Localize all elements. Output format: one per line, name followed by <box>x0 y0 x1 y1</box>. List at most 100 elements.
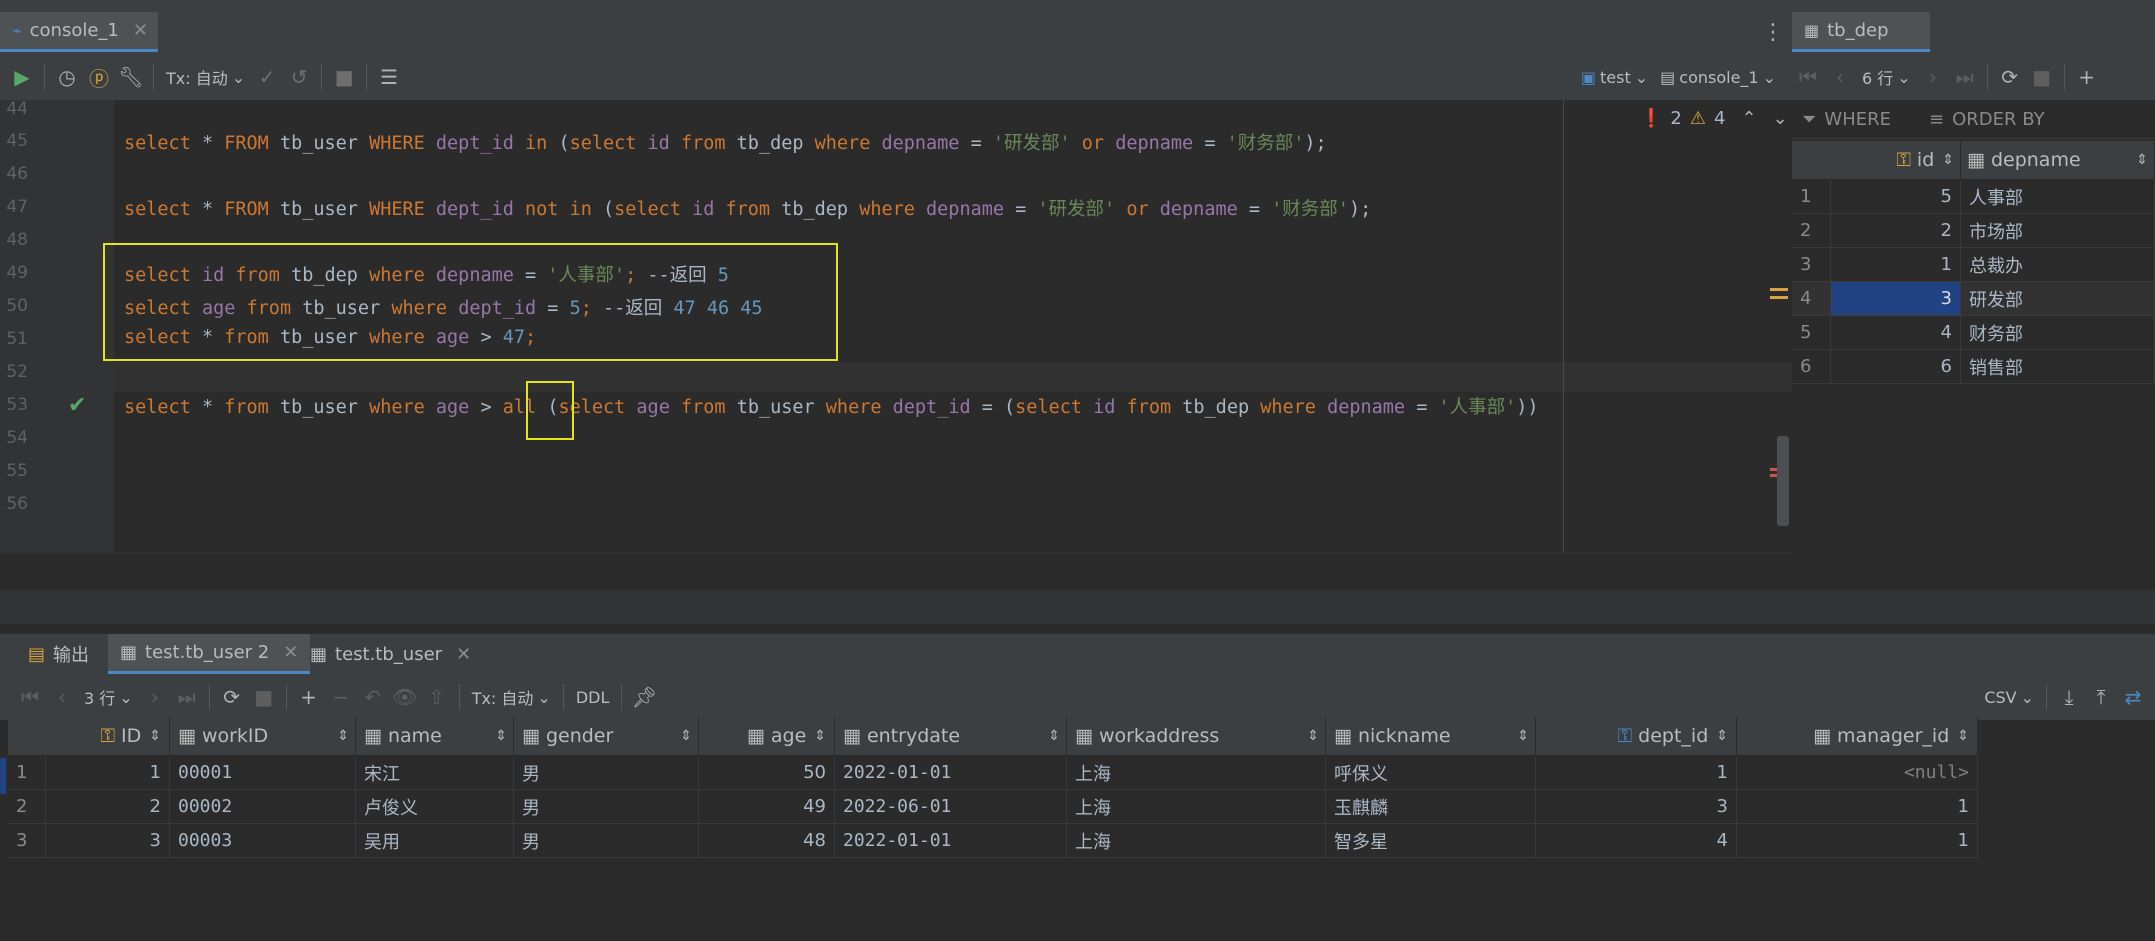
stop-icon[interactable]: ■ <box>328 61 360 93</box>
tab-tb-user-2[interactable]: ▦ test.tb_user 2 ✕ <box>108 634 311 674</box>
cell-workid[interactable]: 00001 <box>170 756 356 790</box>
preview-icon[interactable]: 👁︎ <box>389 681 421 713</box>
cell-name[interactable]: 宋江 <box>356 756 514 790</box>
column-header-manager-id[interactable]: ▦ manager_id ⇕ <box>1737 717 1978 755</box>
cell-depname[interactable]: 销售部 <box>1961 350 2155 384</box>
close-icon[interactable]: ✕ <box>456 644 471 665</box>
cell-nickname[interactable]: 玉麒麟 <box>1326 790 1536 824</box>
cell-entrydate[interactable]: 2022-06-01 <box>835 790 1067 824</box>
cell-manager-id[interactable]: <null> <box>1737 756 1978 790</box>
order-by-filter[interactable]: ORDER BY <box>1952 109 2045 130</box>
cell-workid[interactable]: 00003 <box>170 824 356 858</box>
code-line-53[interactable]: select * from tb_user where age > all (s… <box>124 393 1539 419</box>
cell-age[interactable]: 48 <box>699 824 835 858</box>
tab-tb-dep[interactable]: ▦ tb_dep <box>1792 12 1930 52</box>
warning-marker[interactable] <box>1770 296 1788 299</box>
cell-id[interactable]: 2 <box>1831 214 1961 248</box>
column-header-workid[interactable]: ▦ workID ⇕ <box>170 717 356 755</box>
cell-id[interactable]: 5 <box>1831 180 1961 214</box>
tab-output[interactable]: ▤ 输出 <box>16 634 101 674</box>
cell-workid[interactable]: 00002 <box>170 790 356 824</box>
last-page-icon[interactable]: ⏭ <box>171 681 203 713</box>
refresh-icon[interactable]: ⟳ <box>216 681 248 713</box>
column-header-workaddress[interactable]: ▦ workaddress ⇕ <box>1067 717 1326 755</box>
compare-icon[interactable]: ⇄ <box>2117 681 2149 713</box>
cell-id[interactable]: 3 <box>46 824 170 858</box>
cell-age[interactable]: 50 <box>699 756 835 790</box>
column-header-gender[interactable]: ▦ gender ⇕ <box>514 717 699 755</box>
download-icon[interactable]: ⤓ <box>2053 681 2085 713</box>
cell-nickname[interactable]: 智多星 <box>1326 824 1536 858</box>
inspection-widget[interactable]: ❗ 2 ⚠ 4 ⌃ ⌄ <box>1640 108 1788 129</box>
upload-icon[interactable]: ⤒ <box>2085 681 2117 713</box>
remove-row-icon[interactable]: − <box>325 681 357 713</box>
column-header-dept-id[interactable]: ⚿ dept_id ⇕ <box>1536 717 1737 755</box>
chevron-down-icon[interactable]: ⌄ <box>1773 108 1788 129</box>
cell-manager-id[interactable]: 1 <box>1737 790 1978 824</box>
cell-name[interactable]: 吴用 <box>356 824 514 858</box>
cell-gender[interactable]: 男 <box>514 790 699 824</box>
cell-manager-id[interactable]: 1 <box>1737 824 1978 858</box>
prev-page-icon[interactable]: ‹ <box>46 681 78 713</box>
code-line-47[interactable]: select * FROM tb_user WHERE dept_id not … <box>124 195 1371 221</box>
column-header-age[interactable]: ▦ age ⇕ <box>699 717 835 755</box>
cell-workaddress[interactable]: 上海 <box>1067 756 1326 790</box>
cell-id-selected[interactable]: 3 <box>1831 282 1961 316</box>
cell-nickname[interactable]: 呼保义 <box>1326 756 1536 790</box>
cell-id[interactable]: 6 <box>1831 350 1961 384</box>
cell-dept-id[interactable]: 4 <box>1536 824 1737 858</box>
cell-entrydate[interactable]: 2022-01-01 <box>835 824 1067 858</box>
tab-tb-user[interactable]: ▦ test.tb_user ✕ <box>298 634 483 674</box>
column-header-id[interactable]: ⚿ ID ⇕ <box>46 717 170 755</box>
cell-gender[interactable]: 男 <box>514 756 699 790</box>
cell-dept-id[interactable]: 3 <box>1536 790 1737 824</box>
console-select[interactable]: ▤ console_1 ⌄ <box>1654 68 1782 87</box>
close-icon[interactable]: ✕ <box>133 20 148 41</box>
refresh-icon[interactable]: ⟳ <box>1994 61 2026 93</box>
commit-icon[interactable]: ✓ <box>251 61 283 93</box>
cell-id[interactable]: 2 <box>46 790 170 824</box>
cell-id[interactable]: 1 <box>1831 248 1961 282</box>
cell-depname[interactable]: 人事部 <box>1961 180 2155 214</box>
cell-entrydate[interactable]: 2022-01-01 <box>835 756 1067 790</box>
datasource-select[interactable]: ▣ test ⌄ <box>1575 68 1654 87</box>
structure-icon[interactable]: ☰ <box>373 61 405 93</box>
editor-scrollbar[interactable] <box>1777 436 1789 526</box>
wrench-icon[interactable]: 🔧︎ <box>115 61 147 93</box>
cell-depname[interactable]: 财务部 <box>1961 316 2155 350</box>
cell-dept-id[interactable]: 1 <box>1536 756 1737 790</box>
rollback-icon[interactable]: ↺ <box>283 61 315 93</box>
cell-depname[interactable]: 总裁办 <box>1961 248 2155 282</box>
tx-mode-select[interactable]: Tx: 自动 ⌄ <box>160 65 251 89</box>
next-page-icon[interactable]: › <box>139 681 171 713</box>
column-header-entrydate[interactable]: ▦ entrydate ⇕ <box>835 717 1067 755</box>
column-header-name[interactable]: ▦ name ⇕ <box>356 717 514 755</box>
cell-gender[interactable]: 男 <box>514 824 699 858</box>
close-icon[interactable]: ✕ <box>283 642 298 663</box>
rows-select[interactable]: 3 行 ⌄ <box>78 685 139 709</box>
history-icon[interactable]: ◷ <box>51 61 83 93</box>
stop-icon[interactable]: ■ <box>248 681 280 713</box>
panel-splitter[interactable] <box>0 590 2155 625</box>
last-page-icon[interactable]: ⏭ <box>1949 61 1981 93</box>
revert-icon[interactable]: ↶ <box>357 681 389 713</box>
pin-icon[interactable]: 📌︎ <box>628 681 660 713</box>
more-icon[interactable]: ⋮ <box>1762 20 1784 45</box>
tab-console-1[interactable]: ⌁ console_1 ✕ <box>0 12 158 52</box>
cell-name[interactable]: 卢俊义 <box>356 790 514 824</box>
submit-icon[interactable]: ⇧ <box>421 681 453 713</box>
column-header-id[interactable]: ⚿ id ⇕ <box>1831 141 1961 179</box>
first-page-icon[interactable]: ⏮ <box>1792 61 1824 93</box>
p-icon[interactable]: ⓟ <box>83 61 115 93</box>
tx-mode-select[interactable]: Tx: 自动 ⌄ <box>466 685 557 709</box>
column-header-depname[interactable]: ▦ depname ⇕ <box>1961 141 2155 179</box>
cell-id[interactable]: 4 <box>1831 316 1961 350</box>
ddl-button[interactable]: DDL <box>570 688 616 707</box>
run-icon[interactable]: ▶ <box>6 61 38 93</box>
cell-depname[interactable]: 研发部 <box>1961 282 2155 316</box>
export-format-select[interactable]: CSV ⌄ <box>1978 688 2040 707</box>
stop-icon[interactable]: ■ <box>2026 61 2058 93</box>
next-page-icon[interactable]: › <box>1917 61 1949 93</box>
prev-page-icon[interactable]: ‹ <box>1824 61 1856 93</box>
add-row-icon[interactable]: + <box>293 681 325 713</box>
